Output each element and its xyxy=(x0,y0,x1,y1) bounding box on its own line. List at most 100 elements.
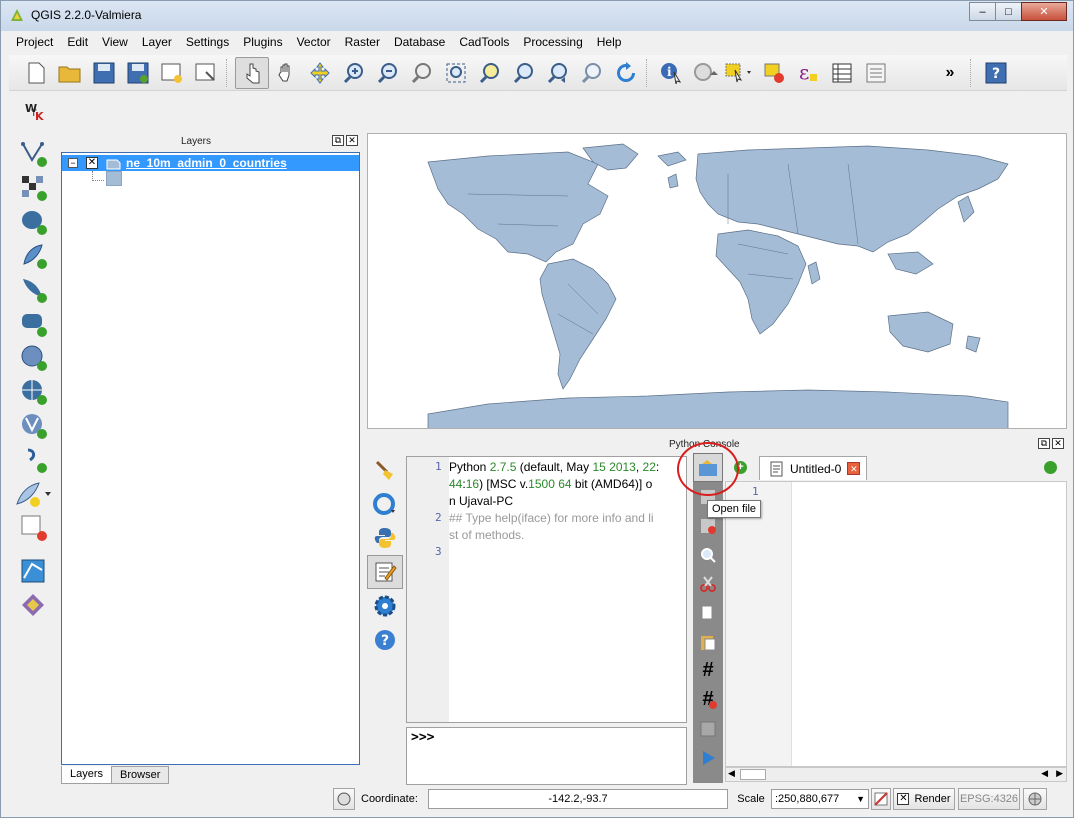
import-class-icon[interactable] xyxy=(367,487,403,521)
uncomment-icon[interactable]: # xyxy=(693,685,723,714)
new-print-composer-icon[interactable] xyxy=(155,57,189,89)
collapse-toggle[interactable]: − xyxy=(68,158,78,168)
zoom-to-layer-icon[interactable] xyxy=(507,57,541,89)
stop-render-icon[interactable] xyxy=(871,788,891,810)
menu-layer[interactable]: Layer xyxy=(135,33,179,53)
zoom-full-icon[interactable] xyxy=(439,57,473,89)
remove-layer-icon[interactable] xyxy=(15,511,53,545)
zoom-last-icon[interactable] xyxy=(541,57,575,89)
statistics-icon[interactable] xyxy=(859,57,893,89)
crs-globe-icon[interactable] xyxy=(1023,788,1047,810)
select-features-icon[interactable] xyxy=(723,57,757,89)
pan-to-selection-icon[interactable] xyxy=(303,57,337,89)
help-icon[interactable]: ? xyxy=(367,623,403,657)
raster-plugin-icon[interactable] xyxy=(15,589,53,623)
add-mssql-layer-icon[interactable] xyxy=(15,273,53,307)
add-oracle-layer-icon[interactable] xyxy=(15,307,53,341)
new-shapefile-icon[interactable] xyxy=(15,477,53,511)
coordinate-field[interactable]: -142.2,-93.7 xyxy=(428,789,728,809)
menu-processing[interactable]: Processing xyxy=(516,33,589,53)
close-tab-icon[interactable]: ✕ xyxy=(847,462,861,475)
deselect-features-icon[interactable] xyxy=(757,57,791,89)
render-checkbox[interactable]: ✕ xyxy=(897,793,910,805)
tab-untitled-0[interactable]: Untitled-0 ✕ xyxy=(759,456,867,480)
layer-item-countries[interactable]: − ✕ ne_10m_admin_0_countries xyxy=(62,155,359,171)
layers-close-button[interactable]: ✕ xyxy=(346,135,358,146)
editor-horizontal-scrollbar[interactable]: ◀ ◀ ▶ xyxy=(725,767,1067,782)
open-project-icon[interactable] xyxy=(53,57,87,89)
show-editor-icon[interactable] xyxy=(367,555,403,589)
comment-icon[interactable]: # xyxy=(693,656,723,685)
georeferencer-icon[interactable] xyxy=(15,555,53,589)
zoom-in-icon[interactable] xyxy=(337,57,371,89)
save-project-icon[interactable] xyxy=(87,57,121,89)
menu-plugins[interactable]: Plugins xyxy=(236,33,289,53)
attribute-table-icon[interactable] xyxy=(825,57,859,89)
zoom-out-icon[interactable] xyxy=(371,57,405,89)
find-text-icon[interactable] xyxy=(693,540,723,569)
menu-cadtools[interactable]: CadTools xyxy=(452,33,516,53)
add-spatialite-layer-icon[interactable] xyxy=(15,239,53,273)
layer-visibility-checkbox[interactable]: ✕ xyxy=(86,157,98,169)
script-editor[interactable]: 1 xyxy=(725,481,1067,767)
zoom-actual-size-icon[interactable] xyxy=(405,57,439,89)
close-button[interactable]: ✕ xyxy=(1021,2,1067,21)
crs-status[interactable]: EPSG:4326 xyxy=(958,788,1020,810)
touch-zoom-icon[interactable] xyxy=(235,56,269,89)
toolbar-overflow-button[interactable]: » xyxy=(933,57,967,89)
add-postgis-layer-icon[interactable] xyxy=(15,205,53,239)
scale-combobox[interactable]: :250,880,677 ▼ xyxy=(771,789,869,809)
add-wcs-layer-icon[interactable] xyxy=(15,375,53,409)
pan-map-icon[interactable] xyxy=(269,57,303,89)
add-delimited-text-icon[interactable] xyxy=(15,443,53,477)
cut-icon[interactable] xyxy=(693,569,723,598)
save-as-icon[interactable] xyxy=(121,57,155,89)
highlight-circle xyxy=(677,442,739,496)
add-wms-layer-icon[interactable] xyxy=(15,341,53,375)
wkt-icon[interactable]: WKT xyxy=(19,95,53,127)
menu-view[interactable]: View xyxy=(95,33,135,53)
menu-settings[interactable]: Settings xyxy=(179,33,236,53)
menu-project[interactable]: Project xyxy=(9,33,60,53)
paste-icon[interactable] xyxy=(693,627,723,656)
menu-edit[interactable]: Edit xyxy=(60,33,95,53)
run-script-icon[interactable] xyxy=(693,743,723,772)
run-command-icon[interactable] xyxy=(367,521,403,555)
help-icon[interactable]: ? xyxy=(979,57,1013,89)
render-toggle[interactable]: ✕ Render xyxy=(893,788,955,810)
settings-icon[interactable] xyxy=(367,589,403,623)
menu-raster[interactable]: Raster xyxy=(338,33,387,53)
field-calculator-icon[interactable]: ε xyxy=(791,57,825,89)
measure-icon[interactable] xyxy=(689,57,723,89)
title-bar[interactable]: QGIS 2.2.0-Valmiera – □ ✕ xyxy=(1,1,1073,31)
menu-help[interactable]: Help xyxy=(590,33,629,53)
console-float-button[interactable]: ⧉ xyxy=(1038,438,1050,449)
messages-icon[interactable] xyxy=(333,788,355,810)
maximize-button[interactable]: □ xyxy=(995,2,1022,21)
composer-manager-icon[interactable] xyxy=(189,57,223,89)
output-line: st of methods. xyxy=(449,528,525,542)
add-raster-layer-icon[interactable] xyxy=(15,171,53,205)
clear-console-icon[interactable] xyxy=(367,453,403,487)
tab-browser[interactable]: Browser xyxy=(111,766,170,784)
console-input[interactable]: >>> xyxy=(406,727,687,785)
add-vector-layer-icon[interactable] xyxy=(15,137,53,171)
menu-database[interactable]: Database xyxy=(387,33,452,53)
minimize-button[interactable]: – xyxy=(969,2,996,21)
object-inspector-icon[interactable] xyxy=(693,714,723,743)
tab-layers[interactable]: Layers xyxy=(61,766,113,784)
copy-icon[interactable] xyxy=(693,598,723,627)
layers-float-button[interactable]: ⧉ xyxy=(332,135,344,146)
console-close-button[interactable]: ✕ xyxy=(1052,438,1064,449)
identify-features-icon[interactable]: i xyxy=(655,57,689,89)
tab-list-icon[interactable] xyxy=(1044,461,1057,474)
layers-panel-title: Layers xyxy=(181,136,212,147)
menu-vector[interactable]: Vector xyxy=(290,33,338,53)
console-output[interactable]: 1 2 3 Python 2.7.5 (default, May 15 2013… xyxy=(406,456,687,723)
zoom-to-selection-icon[interactable] xyxy=(473,57,507,89)
map-canvas[interactable] xyxy=(367,133,1067,429)
zoom-next-icon[interactable] xyxy=(575,57,609,89)
add-wfs-layer-icon[interactable] xyxy=(15,409,53,443)
refresh-icon[interactable] xyxy=(609,57,643,89)
new-project-icon[interactable] xyxy=(19,57,53,89)
